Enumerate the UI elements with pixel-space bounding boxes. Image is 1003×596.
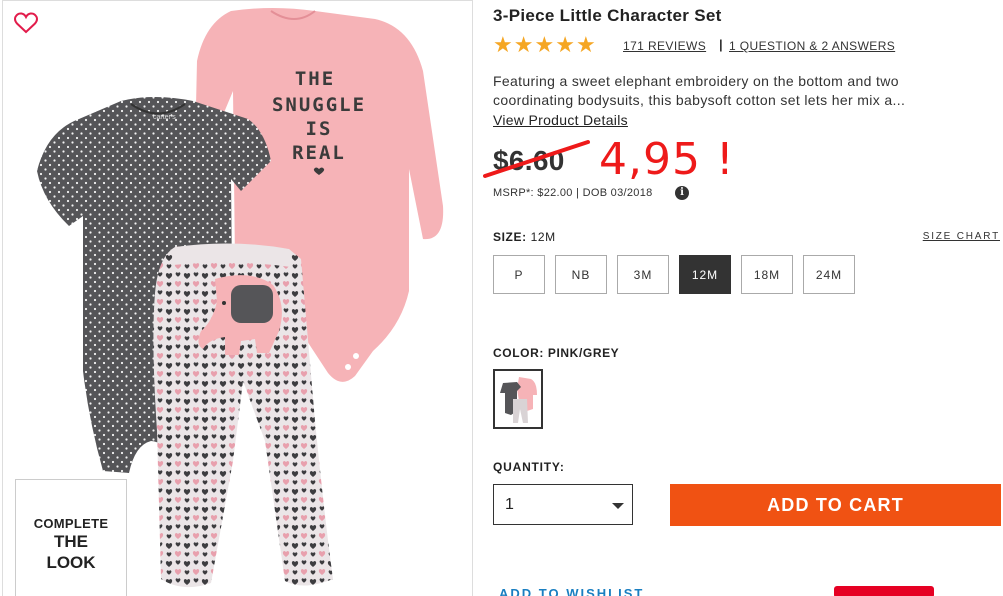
size-label: SIZE: 12M [493, 230, 556, 244]
size-option-18m[interactable]: 18M [741, 255, 793, 294]
pinterest-icon[interactable] [834, 586, 934, 596]
star-icon: ★ [555, 32, 575, 57]
size-option-12m[interactable]: 12M [679, 255, 731, 294]
svg-text:carter's: carter's [153, 114, 176, 121]
swatch-image [500, 377, 537, 423]
svg-text:THE: THE [295, 68, 335, 90]
heart-outline-icon[interactable] [13, 11, 39, 35]
product-title: 3-Piece Little Character Set [493, 6, 722, 25]
complete-look-line1: COMPLETE [33, 515, 109, 531]
svg-text:REAL: REAL [292, 142, 346, 164]
quantity-value: 1 [505, 495, 514, 513]
size-options: P NB 3M 12M 18M 24M [493, 255, 855, 294]
product-description: Featuring a sweet elephant embroidery on… [493, 73, 906, 108]
star-rating: ★ ★ ★ ★ ★ [493, 34, 596, 56]
product-image-panel: THE SNUGGLE IS REAL carter's COMPLETE TH… [2, 0, 473, 596]
star-icon: ★ [493, 32, 513, 57]
price-strikethrough-annotation [483, 140, 590, 178]
star-icon: ★ [513, 32, 534, 57]
handwritten-price-annotation: 4,95 ! [599, 134, 735, 185]
size-option-p[interactable]: P [493, 255, 545, 294]
color-label: COLOR: PINK/GREY [493, 346, 620, 360]
separator: | [719, 37, 723, 52]
chevron-down-icon [612, 503, 624, 509]
product-details: 3-Piece Little Character Set ★ ★ ★ ★ ★ 1… [483, 0, 1003, 596]
svg-text:IS: IS [306, 118, 333, 140]
star-icon: ★ [575, 32, 596, 57]
quantity-label: QUANTITY: [493, 460, 565, 474]
size-option-24m[interactable]: 24M [803, 255, 855, 294]
complete-the-look-button[interactable]: COMPLETE THE LOOK [15, 479, 127, 596]
reviews-link[interactable]: 171 REVIEWS [623, 39, 706, 53]
selected-color: PINK/GREY [547, 346, 620, 360]
info-icon[interactable]: i [675, 186, 689, 200]
size-option-3m[interactable]: 3M [617, 255, 669, 294]
star-icon: ★ [534, 32, 555, 57]
size-option-nb[interactable]: NB [555, 255, 607, 294]
msrp-text: MSRP*: $22.00 | DOB 03/2018 [493, 187, 653, 199]
add-to-wishlist-link[interactable]: ADD TO WISHLIST [499, 586, 644, 596]
add-to-cart-button[interactable]: ADD TO CART [670, 484, 1001, 526]
quantity-select[interactable]: 1 [493, 484, 633, 525]
view-product-details-link[interactable]: View Product Details [493, 112, 628, 128]
color-swatch-pink-grey[interactable] [493, 369, 543, 429]
svg-text:SNUGGLE: SNUGGLE [272, 94, 366, 116]
complete-look-line3: LOOK [46, 552, 96, 572]
questions-answers-link[interactable]: 1 QUESTION & 2 ANSWERS [729, 39, 895, 53]
complete-look-line2: THE [54, 531, 88, 551]
selected-size: 12M [530, 230, 556, 244]
size-chart-link[interactable]: SIZE CHART [923, 231, 1000, 242]
